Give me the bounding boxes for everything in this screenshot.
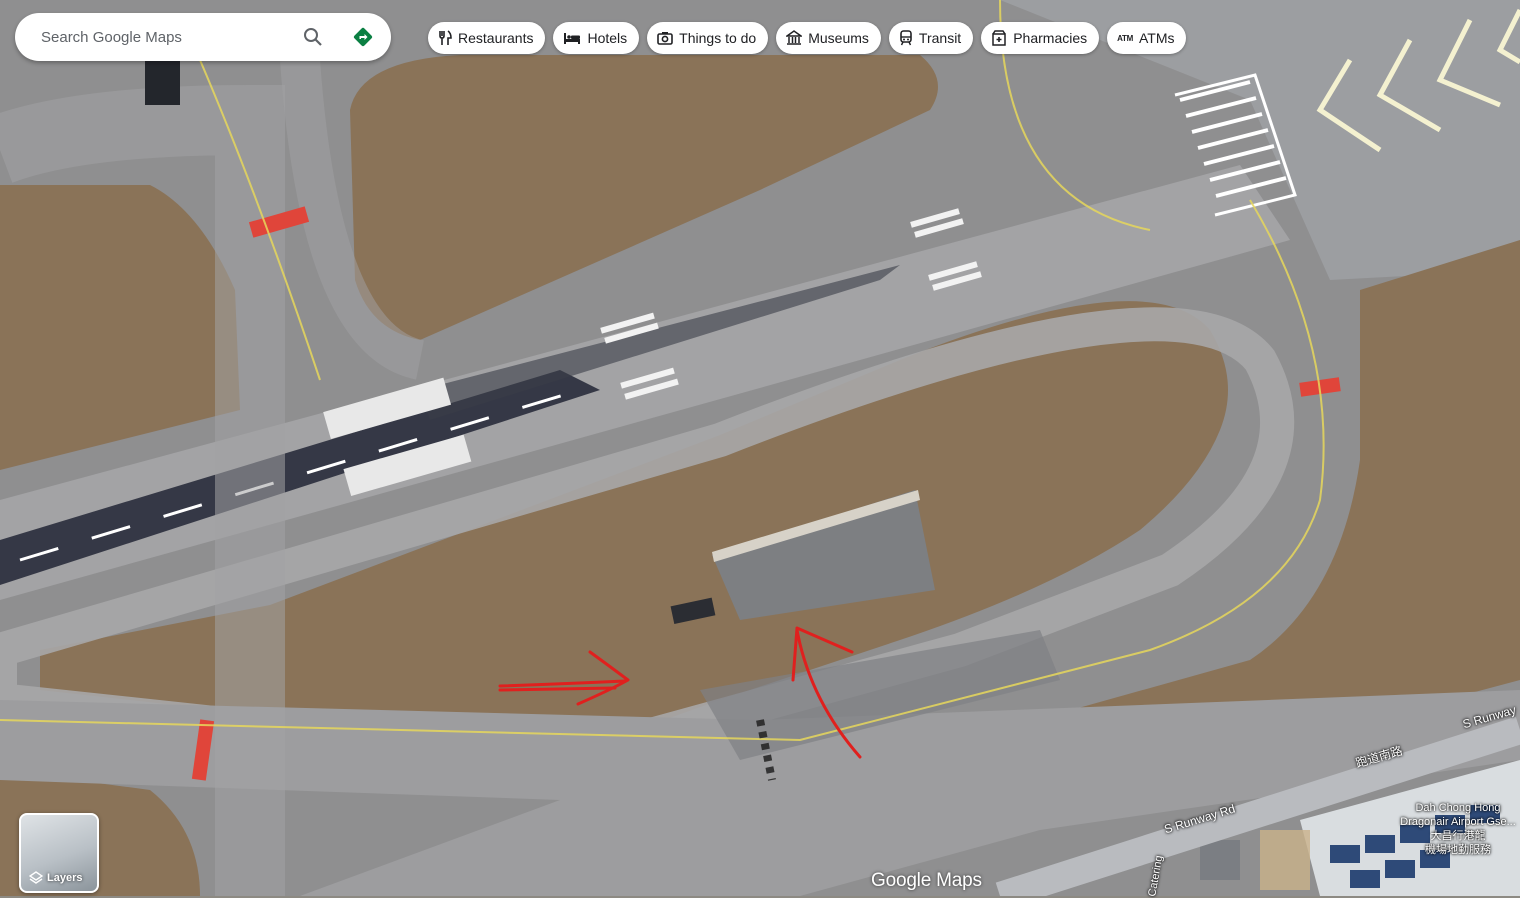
search-input[interactable] xyxy=(39,27,283,47)
chip-label: Hotels xyxy=(587,30,628,46)
directions-button[interactable] xyxy=(351,25,375,49)
search-icon xyxy=(304,28,322,46)
chip-museums[interactable]: Museums xyxy=(776,22,881,54)
chip-pharmacies[interactable]: Pharmacies xyxy=(981,22,1100,54)
chip-label: Transit xyxy=(918,30,962,46)
layers-button[interactable]: Layers xyxy=(19,813,99,893)
layers-icon xyxy=(29,871,43,884)
chip-transit[interactable]: Transit xyxy=(888,22,974,54)
chip-things-to-do[interactable]: Things to do xyxy=(647,22,769,54)
chip-atms[interactable]: ATM ATMs xyxy=(1107,22,1187,54)
place-label-line: 大昌行港龍 xyxy=(1430,830,1486,842)
place-label-line: Dragonair Airport Gse... xyxy=(1400,816,1516,828)
chip-label: Things to do xyxy=(679,30,757,46)
atm-icon: ATM xyxy=(1117,33,1133,43)
category-chips: Restaurants Hotels Things to do Museums … xyxy=(428,22,1187,54)
satellite-map[interactable] xyxy=(0,0,1520,896)
chip-label: Pharmacies xyxy=(1013,30,1088,46)
chip-hotels[interactable]: Hotels xyxy=(553,22,640,54)
search-button[interactable] xyxy=(301,25,325,49)
search-box xyxy=(15,13,391,61)
directions-icon xyxy=(353,27,373,47)
camera-icon xyxy=(657,32,673,45)
pharmacy-icon xyxy=(992,30,1006,46)
layers-text: Layers xyxy=(47,872,83,884)
train-icon xyxy=(900,30,912,46)
place-label-line: 機場地勤服務 xyxy=(1425,844,1491,856)
chip-label: ATMs xyxy=(1138,30,1175,46)
fork-knife-icon xyxy=(439,30,452,45)
chip-label: Museums xyxy=(808,30,869,46)
chip-restaurants[interactable]: Restaurants xyxy=(428,22,546,54)
google-maps-watermark: Google Maps xyxy=(871,870,982,891)
place-label-line: Dah Chong Hong xyxy=(1415,802,1501,814)
museum-icon xyxy=(786,30,803,45)
chip-label: Restaurants xyxy=(458,30,534,46)
layers-label: Layers xyxy=(29,871,82,885)
bed-icon xyxy=(564,33,581,44)
place-label-dah-chong-hong: Dah Chong Hong Dragonair Airport Gse... … xyxy=(1396,801,1520,857)
